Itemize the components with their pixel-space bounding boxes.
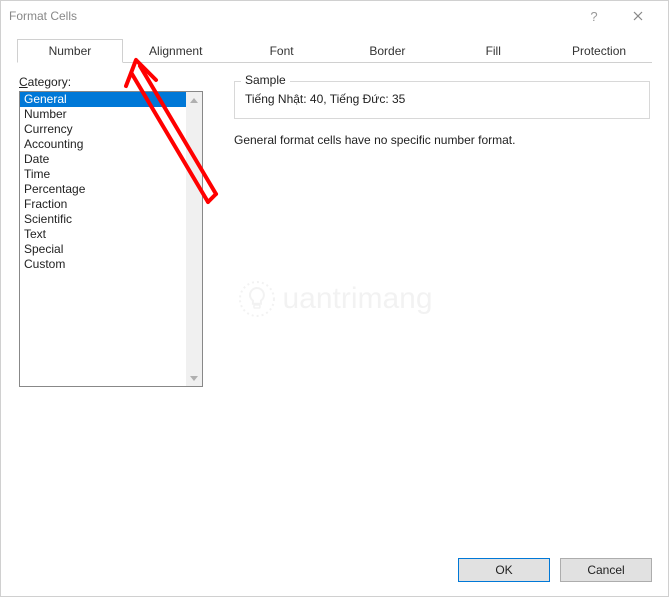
help-button[interactable]: ? [572,1,616,31]
list-item[interactable]: Currency [20,122,186,137]
tab-number[interactable]: Number [17,39,123,63]
list-item[interactable]: Custom [20,257,186,272]
dialog-content: Number Alignment Font Border Fill Protec… [1,31,668,387]
chevron-down-icon [190,376,198,381]
chevron-up-icon [190,98,198,103]
list-item[interactable]: General [20,92,186,107]
sample-value: Tiếng Nhật: 40, Tiếng Đức: 35 [245,92,639,106]
dialog-footer: OK Cancel [458,558,652,582]
list-item[interactable]: Fraction [20,197,186,212]
listbox-scrollbar[interactable] [186,92,202,386]
scroll-up-button[interactable] [186,92,202,108]
category-items: General Number Currency Accounting Date … [20,92,186,386]
cancel-button[interactable]: Cancel [560,558,652,582]
list-item[interactable]: Special [20,242,186,257]
category-label: Category: [19,75,214,89]
tab-protection[interactable]: Protection [546,39,652,62]
sample-groupbox: Sample Tiếng Nhật: 40, Tiếng Đức: 35 [234,81,650,119]
list-item[interactable]: Text [20,227,186,242]
tab-alignment[interactable]: Alignment [123,39,229,62]
list-item[interactable]: Time [20,167,186,182]
list-item[interactable]: Number [20,107,186,122]
category-column: Category: General Number Currency Accoun… [19,75,214,387]
list-item[interactable]: Accounting [20,137,186,152]
tab-border[interactable]: Border [334,39,440,62]
sample-legend: Sample [241,73,290,87]
category-listbox[interactable]: General Number Currency Accounting Date … [19,91,203,387]
tab-panel-number: Category: General Number Currency Accoun… [17,63,652,387]
window-title: Format Cells [9,9,572,23]
sample-column: Sample Tiếng Nhật: 40, Tiếng Đức: 35 Gen… [214,75,650,387]
tab-fill[interactable]: Fill [440,39,546,62]
format-description: General format cells have no specific nu… [234,133,650,147]
tab-font[interactable]: Font [229,39,335,62]
scroll-down-button[interactable] [186,370,202,386]
list-item[interactable]: Scientific [20,212,186,227]
close-button[interactable] [616,1,660,31]
scroll-track[interactable] [186,108,202,370]
ok-button[interactable]: OK [458,558,550,582]
tabstrip: Number Alignment Font Border Fill Protec… [17,39,652,63]
list-item[interactable]: Percentage [20,182,186,197]
titlebar: Format Cells ? [1,1,668,31]
list-item[interactable]: Date [20,152,186,167]
close-icon [633,11,643,21]
